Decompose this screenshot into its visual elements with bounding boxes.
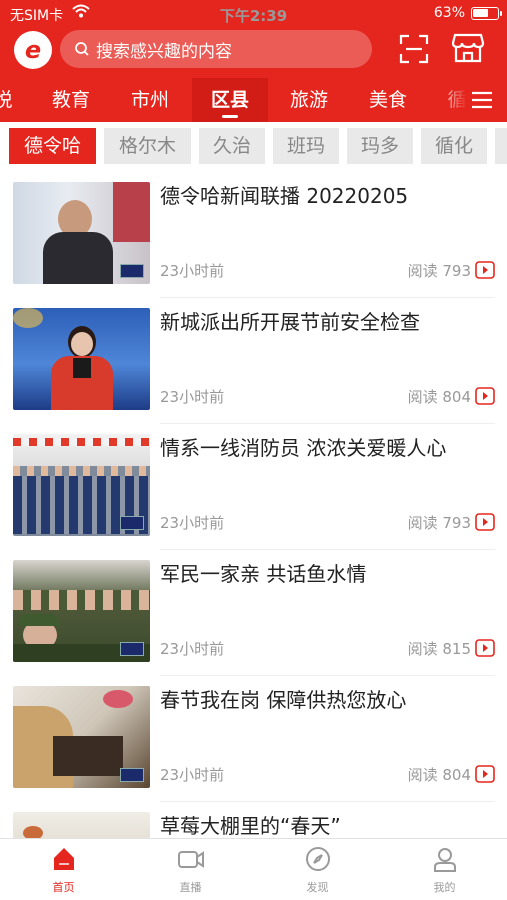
article-read-count: 阅读 815 — [407, 640, 471, 658]
nav-home-label: 首页 — [52, 881, 75, 894]
article-thumbnail — [13, 686, 150, 788]
list-item[interactable]: 军民一家亲 共话鱼水情 23小时前 阅读 815 — [0, 550, 507, 676]
list-item[interactable]: 德令哈新闻联播 20220205 23小时前 阅读 793 — [0, 172, 507, 298]
article-thumbnail — [13, 560, 150, 662]
active-tab-indicator — [222, 115, 238, 118]
list-item[interactable]: 春节我在岗 保障供热您放心 23小时前 阅读 804 — [0, 676, 507, 802]
chip[interactable]: 循化 — [421, 128, 487, 164]
video-play-icon — [475, 261, 495, 279]
battery-icon — [471, 7, 502, 20]
tab-item[interactable]: 悦 — [0, 78, 16, 122]
nav-discover[interactable]: 发现 — [254, 843, 381, 899]
chip[interactable]: 久治 — [199, 128, 265, 164]
list-item[interactable]: 情系一线消防员 浓浓关爱暖人心 23小时前 阅读 793 — [0, 424, 507, 550]
compass-icon — [304, 845, 332, 873]
article-read-count: 阅读 804 — [407, 766, 471, 784]
tab-item[interactable]: 旅游 — [278, 78, 340, 122]
article-time: 23小时前 — [160, 514, 225, 532]
home-icon — [50, 845, 78, 873]
chip-active[interactable]: 德令哈 — [9, 128, 96, 164]
chip[interactable]: 格尔木 — [104, 128, 191, 164]
tab-item[interactable]: 教育 — [40, 78, 102, 122]
video-play-icon — [475, 765, 495, 783]
profile-icon — [431, 845, 459, 873]
chip[interactable] — [495, 128, 507, 164]
bottom-nav: 首页 直播 发现 我的 — [0, 838, 507, 900]
nav-discover-label: 发现 — [306, 881, 329, 894]
nav-home[interactable]: 首页 — [0, 843, 127, 899]
menu-icon[interactable] — [471, 91, 493, 109]
nav-profile[interactable]: 我的 — [381, 843, 507, 899]
search-placeholder: 搜索感兴趣的内容 — [96, 41, 232, 62]
shop-icon[interactable] — [451, 32, 485, 64]
status-time: 下午2:39 — [219, 7, 288, 25]
list-item[interactable]: 新城派出所开展节前安全检查 23小时前 阅读 804 — [0, 298, 507, 424]
article-title: 春节我在岗 保障供热您放心 — [160, 688, 407, 712]
tab-active[interactable]: 区县 — [192, 78, 268, 122]
article-time: 23小时前 — [160, 388, 225, 406]
video-play-icon — [475, 387, 495, 405]
scan-icon[interactable] — [398, 33, 430, 65]
live-video-icon — [177, 845, 205, 873]
search-bar[interactable]: 搜索感兴趣的内容 — [60, 30, 372, 68]
nav-live[interactable]: 直播 — [127, 843, 254, 899]
app-header: 无SIM卡 下午2:39 63% e 搜索感兴趣的内容 悦 教育 市州 区县 旅… — [0, 0, 507, 122]
article-title: 新城派出所开展节前安全检查 — [160, 310, 420, 334]
article-read-count: 阅读 793 — [407, 262, 471, 280]
chip[interactable]: 玛多 — [347, 128, 413, 164]
video-play-icon — [475, 513, 495, 531]
category-tabs: 悦 教育 市州 区县 旅游 美食 循 — [0, 78, 507, 122]
article-thumbnail — [13, 308, 150, 410]
article-read-count: 阅读 793 — [407, 514, 471, 532]
article-title: 军民一家亲 共话鱼水情 — [160, 562, 367, 586]
tab-item[interactable]: 美食 — [357, 78, 419, 122]
article-time: 23小时前 — [160, 640, 225, 658]
search-icon — [74, 41, 90, 57]
article-title: 草莓大棚里的“春天” — [160, 814, 341, 838]
status-bar: 无SIM卡 下午2:39 63% — [0, 0, 507, 28]
tab-item[interactable]: 市州 — [119, 78, 181, 122]
video-play-icon — [475, 639, 495, 657]
article-title: 情系一线消防员 浓浓关爱暖人心 — [160, 436, 447, 460]
article-thumbnail — [13, 434, 150, 536]
district-chips: 德令哈 格尔木 久治 班玛 玛多 循化 — [0, 122, 507, 172]
battery-percent: 63% — [433, 5, 465, 21]
nav-profile-label: 我的 — [433, 881, 456, 894]
app-logo-icon[interactable]: e — [14, 31, 52, 69]
article-title: 德令哈新闻联播 20220205 — [160, 184, 409, 208]
article-time: 23小时前 — [160, 262, 225, 280]
chip[interactable]: 班玛 — [273, 128, 339, 164]
article-thumbnail — [13, 182, 150, 284]
article-time: 23小时前 — [160, 766, 225, 784]
nav-live-label: 直播 — [179, 881, 202, 894]
article-read-count: 阅读 804 — [407, 388, 471, 406]
